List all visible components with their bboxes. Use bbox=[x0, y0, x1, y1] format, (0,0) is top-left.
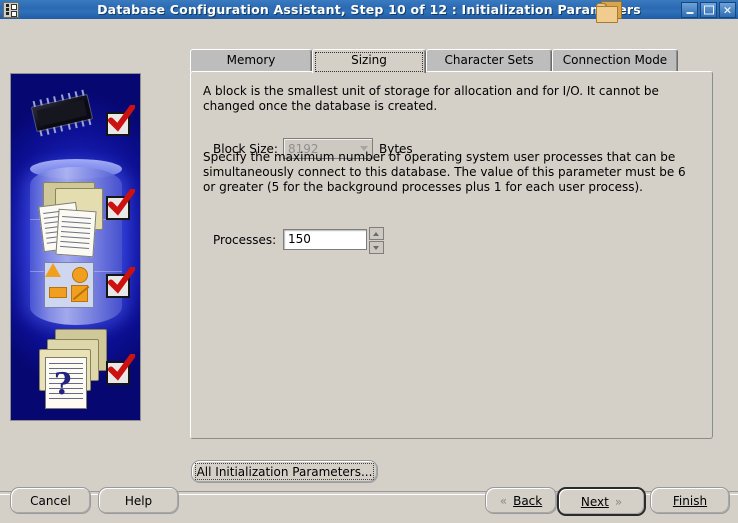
folder-icon bbox=[596, 1, 622, 23]
checkmark-icon-3 bbox=[106, 267, 135, 298]
checkmark-icon-1 bbox=[106, 105, 135, 136]
memory-chip-icon bbox=[30, 89, 94, 137]
tab-character-sets-label: Character Sets bbox=[444, 53, 534, 67]
sizing-panel: A block is the smallest unit of storage … bbox=[190, 71, 713, 439]
stepper-down-icon[interactable] bbox=[369, 241, 384, 254]
tab-sizing[interactable]: Sizing bbox=[312, 49, 426, 73]
question-documents-icon: ? bbox=[33, 329, 111, 411]
close-button[interactable]: × bbox=[719, 2, 736, 18]
minimize-button[interactable] bbox=[681, 2, 698, 18]
help-button[interactable]: Help bbox=[98, 487, 179, 514]
tab-character-sets[interactable]: Character Sets bbox=[426, 49, 552, 72]
documents-folder-icon bbox=[37, 182, 109, 260]
processes-input[interactable]: 150 bbox=[283, 229, 367, 250]
client-area: ? Memory Sizing Character Sets Connectio… bbox=[0, 19, 738, 523]
tab-strip: Memory Sizing Character Sets Connection … bbox=[190, 49, 713, 73]
cancel-button[interactable]: Cancel bbox=[10, 487, 91, 514]
maximize-button[interactable] bbox=[700, 2, 717, 18]
processes-value: 150 bbox=[288, 232, 311, 246]
window-title: Database Configuration Assistant, Step 1… bbox=[97, 2, 641, 17]
tab-memory[interactable]: Memory bbox=[190, 49, 312, 72]
focus-indicator bbox=[315, 52, 423, 72]
stepper-up-icon[interactable] bbox=[369, 227, 384, 240]
next-button[interactable]: Next » bbox=[557, 487, 646, 516]
focus-indicator bbox=[195, 463, 374, 480]
block-description: A block is the smallest unit of storage … bbox=[203, 84, 659, 113]
shapes-panel-icon bbox=[44, 262, 94, 308]
close-icon: × bbox=[722, 3, 733, 17]
checkmark-icon-4 bbox=[106, 354, 135, 385]
next-label: Next bbox=[580, 494, 609, 509]
help-label: Help bbox=[124, 493, 153, 508]
finish-button[interactable]: Finish bbox=[650, 487, 730, 514]
checkmark-icon-2 bbox=[106, 189, 135, 220]
dbca-window: Database Configuration Assistant, Step 1… bbox=[0, 0, 738, 523]
back-button[interactable]: « Back bbox=[485, 487, 557, 514]
processes-description: Specify the maximum number of operating … bbox=[203, 150, 686, 194]
title-bar: Database Configuration Assistant, Step 1… bbox=[0, 0, 738, 20]
chevron-left-icon: « bbox=[499, 493, 508, 508]
tab-connection-mode-label: Connection Mode bbox=[562, 53, 668, 67]
tab-connection-mode[interactable]: Connection Mode bbox=[552, 49, 678, 72]
back-label: Back bbox=[513, 493, 543, 508]
chevron-right-icon: » bbox=[614, 494, 623, 509]
window-controls: × bbox=[681, 2, 736, 18]
sidebar-illustration: ? bbox=[10, 73, 141, 421]
cancel-label: Cancel bbox=[30, 493, 71, 508]
all-initialization-parameters-button[interactable]: All Initialization Parameters... bbox=[191, 460, 378, 483]
tab-memory-label: Memory bbox=[226, 53, 276, 67]
finish-label: Finish bbox=[672, 493, 708, 508]
processes-label: Processes: bbox=[213, 233, 277, 247]
processes-stepper[interactable] bbox=[369, 227, 384, 254]
